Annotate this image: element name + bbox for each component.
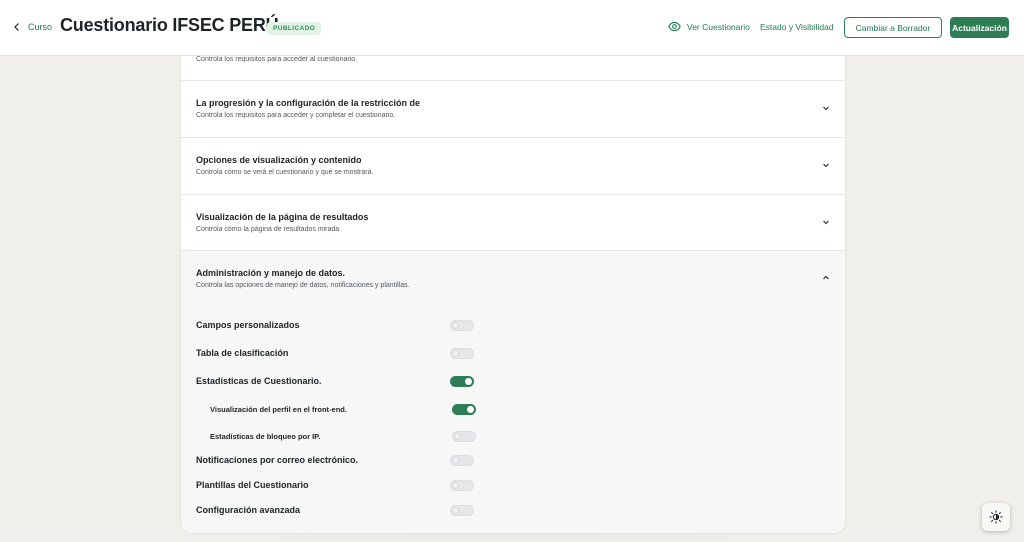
back-link[interactable]: Curso <box>12 20 52 34</box>
section-display-content[interactable]: Opciones de visualización y contenido Co… <box>181 138 845 195</box>
option-label: Notificaciones por correo electrónico. <box>196 455 359 465</box>
option-label: Campos personalizados <box>196 320 300 330</box>
option-label: Configuración avanzada <box>196 505 301 515</box>
toggle-knob <box>452 350 459 357</box>
toggle-knob <box>452 457 459 464</box>
status-visibility-link[interactable]: Estado y Visibilidad <box>760 22 834 32</box>
chevron-left-icon <box>14 23 19 31</box>
chevron-down-icon <box>823 163 829 168</box>
section-access-requirements[interactable]: Controla los requisitos para acceder al … <box>181 56 845 81</box>
section-description: Controla los requisitos para acceder al … <box>196 56 358 63</box>
back-label: Curso <box>28 22 53 32</box>
view-quiz-link[interactable]: Ver Cuestionario <box>668 20 750 33</box>
chevron-up-icon <box>823 275 829 280</box>
toggle-quiz-templates[interactable] <box>450 480 474 491</box>
section-title: Administración y manejo de datos. <box>196 268 346 278</box>
toggle-knob <box>467 406 474 413</box>
toggle-leaderboard[interactable] <box>450 348 474 359</box>
toggle-knob <box>452 507 459 514</box>
option-label: Plantillas del Cuestionario <box>196 480 309 490</box>
option-label: Visualización del perfil en el front-end… <box>210 405 347 414</box>
toggle-frontend-profile[interactable] <box>452 404 476 415</box>
toggle-quiz-statistics[interactable] <box>450 376 474 387</box>
section-description: Controla cómo la página de resultados mi… <box>196 226 340 233</box>
option-label: Estadísticas de Cuestionario. <box>196 376 322 386</box>
chevron-down-icon <box>823 220 829 225</box>
update-button[interactable]: Actualización <box>950 17 1009 38</box>
section-description: Controla los requisitos para acceder y c… <box>196 112 396 119</box>
option-quiz-templates: Plantillas del Cuestionario <box>196 480 476 494</box>
sun-icon <box>989 510 1003 524</box>
section-data-management-header[interactable]: Administración y manejo de datos. Contro… <box>181 251 845 299</box>
option-quiz-statistics: Estadísticas de Cuestionario. <box>196 376 476 390</box>
section-data-management: Administración y manejo de datos. Contro… <box>181 251 845 533</box>
toggle-knob <box>452 482 459 489</box>
option-ip-lock-statistics: Estadísticas de bloqueo por IP. <box>196 431 476 445</box>
section-title: La progresión y la configuración de la r… <box>196 98 421 108</box>
toggle-custom-fields[interactable] <box>450 320 474 331</box>
toggle-knob <box>465 378 472 385</box>
option-leaderboard: Tabla de clasificación <box>196 348 476 362</box>
section-progression-restriction[interactable]: La progresión y la configuración de la r… <box>181 81 845 138</box>
settings-card: Controla los requisitos para acceder al … <box>180 56 846 534</box>
toggle-knob <box>452 322 459 329</box>
eye-icon <box>668 21 681 32</box>
option-label: Tabla de clasificación <box>196 348 289 358</box>
option-frontend-profile: Visualización del perfil en el front-end… <box>196 404 476 418</box>
section-results-page[interactable]: Visualización de la página de resultados… <box>181 195 845 251</box>
toggle-ip-lock-statistics[interactable] <box>452 431 476 442</box>
bottom-shadow <box>280 534 730 542</box>
theme-toggle-button[interactable] <box>982 503 1010 531</box>
section-title: Visualización de la página de resultados <box>196 212 369 222</box>
switch-to-draft-button[interactable]: Cambiar a Borrador <box>844 17 942 38</box>
view-quiz-label: Ver Cuestionario <box>687 21 750 32</box>
toggle-knob <box>454 433 461 440</box>
status-badge: PUBLICADO <box>267 22 322 35</box>
option-label: Estadísticas de bloqueo por IP. <box>210 432 321 441</box>
toggle-advanced-settings[interactable] <box>450 505 474 516</box>
toggle-email-notifications[interactable] <box>450 455 474 466</box>
option-custom-fields: Campos personalizados <box>196 320 476 334</box>
section-title: Opciones de visualización y contenido <box>196 155 362 165</box>
section-description: Controla cómo se verá el cuestionario y … <box>196 169 374 176</box>
top-bar: Curso Cuestionario IFSEC PERÚ PUBLICADO … <box>0 0 1024 56</box>
page-title: Cuestionario IFSEC PERÚ <box>60 15 279 35</box>
section-description: Controla las opciones de manejo de datos… <box>196 282 410 289</box>
option-advanced-settings: Configuración avanzada <box>196 505 476 519</box>
option-email-notifications: Notificaciones por correo electrónico. <box>196 455 476 469</box>
chevron-down-icon <box>823 106 829 111</box>
